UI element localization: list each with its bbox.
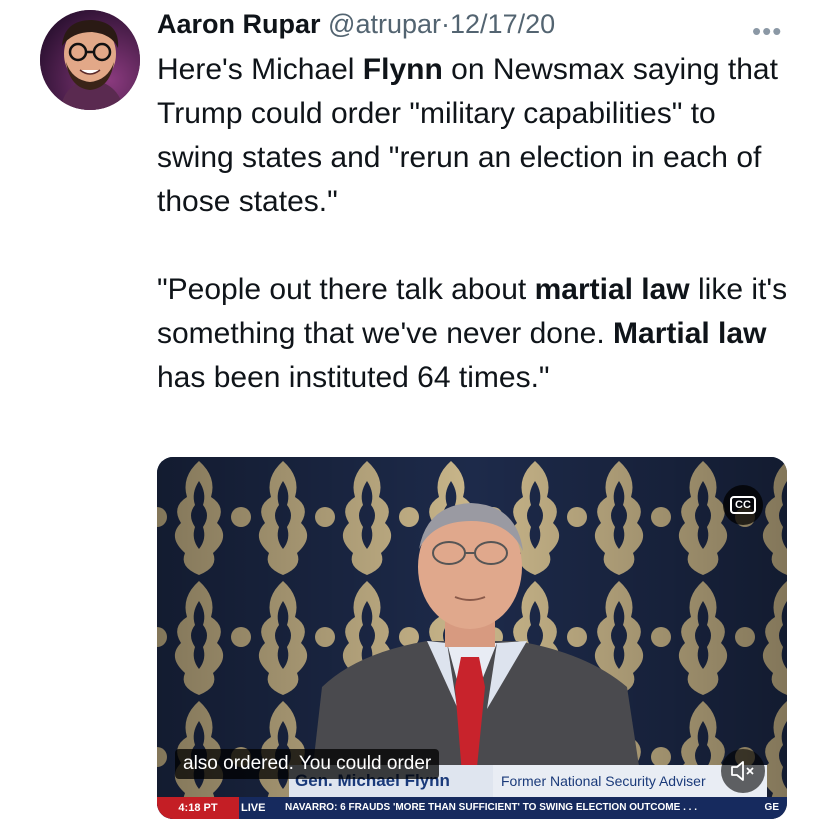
tweet-header: Aaron Rupar @atrupar·12/17/20 <box>157 6 555 42</box>
unmute-button[interactable] <box>721 749 765 793</box>
video-player[interactable]: CC Gen. Michael Flynn Former National Se… <box>157 457 787 819</box>
speaker-muted-icon <box>731 761 754 781</box>
tweet-text-run: Here's Michael <box>157 53 363 86</box>
ticker-headline: NAVARRO: 6 FRAUDS 'MORE THAN SUFFICIENT'… <box>285 802 697 813</box>
author-handle[interactable]: @atrupar <box>328 9 441 39</box>
tweet-text-bold-run: Martial law <box>613 317 767 350</box>
ticker-overflow-text: GE <box>764 802 779 813</box>
tweet-date[interactable]: 12/17/20 <box>450 9 555 39</box>
avatar[interactable] <box>40 10 140 110</box>
ticker-live-label: LIVE <box>241 802 266 814</box>
video-caption: also ordered. You could order <box>175 749 440 779</box>
tweet-text-bold-run: martial law <box>534 273 690 306</box>
avatar-image <box>40 10 140 110</box>
tweet-text-run: on Newsmax saying that Trump could order… <box>157 53 778 306</box>
separator-dot: · <box>441 9 451 39</box>
more-options-icon[interactable]: ••• <box>752 16 782 47</box>
cc-icon: CC <box>730 496 756 514</box>
news-ticker: 4:18 PT LIVE NAVARRO: 6 FRAUDS 'MORE THA… <box>157 797 787 819</box>
ticker-time: 4:18 PT <box>157 797 239 819</box>
author-name[interactable]: Aaron Rupar <box>157 9 321 39</box>
closed-captions-button[interactable]: CC <box>723 485 763 525</box>
tweet-text-bold-run: Flynn <box>362 53 443 86</box>
tweet-text: Here's Michael Flynn on Newsmax saying t… <box>157 48 797 400</box>
